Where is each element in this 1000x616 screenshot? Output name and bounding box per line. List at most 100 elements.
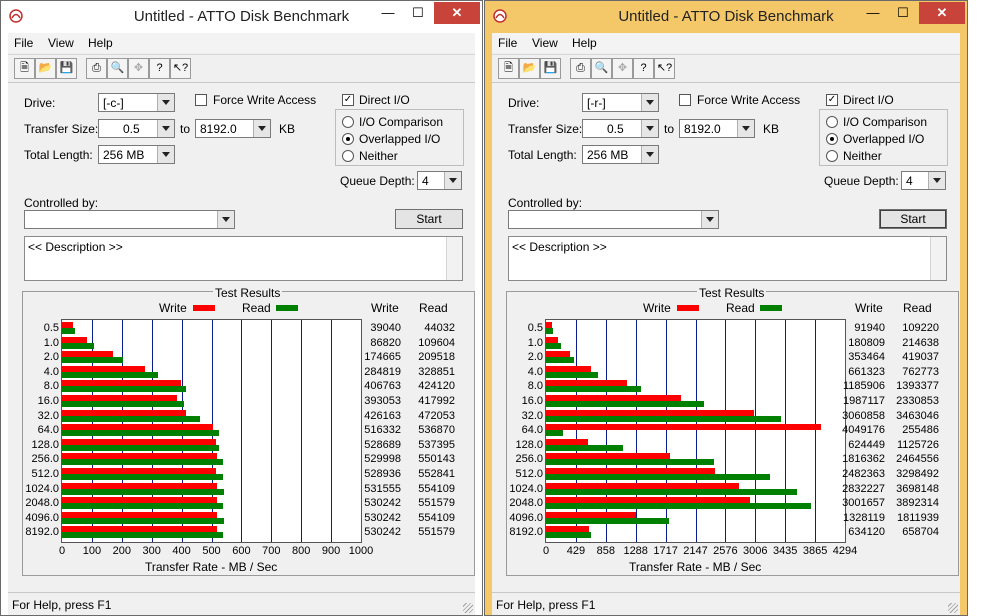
start-button[interactable]: Start — [395, 209, 463, 229]
x-axis-tick: 1000 — [348, 545, 374, 557]
chevron-down-icon[interactable] — [253, 120, 270, 137]
controlled-by-select[interactable] — [24, 210, 235, 229]
menu-view[interactable]: View — [532, 36, 558, 50]
neither-label[interactable]: Neither — [843, 149, 882, 163]
neither-radio[interactable] — [342, 150, 354, 162]
print-preview-button[interactable]: 🔍 — [107, 58, 128, 79]
title-bar[interactable]: Untitled - ATTO Disk Benchmark — ☐ ✕ — [485, 1, 967, 33]
read-bar — [546, 401, 705, 407]
open-button[interactable]: 📂 — [519, 58, 540, 79]
chevron-down-icon[interactable] — [641, 94, 658, 111]
description-scrollbar[interactable] — [930, 237, 946, 280]
chevron-down-icon[interactable] — [701, 211, 718, 228]
resize-grip-icon[interactable] — [463, 603, 473, 613]
chevron-down-icon[interactable] — [157, 94, 174, 111]
overlapped-io-radio[interactable] — [826, 133, 838, 145]
neither-radio[interactable] — [826, 150, 838, 162]
maximize-button[interactable]: ☐ — [404, 2, 432, 24]
total-length-label: Total Length: — [24, 148, 93, 162]
menu-file[interactable]: File — [498, 36, 517, 50]
start-button[interactable]: Start — [879, 209, 947, 229]
menu-bar: File View Help — [492, 33, 960, 53]
read-bar — [62, 430, 219, 437]
direct-io-label[interactable]: Direct I/O — [359, 93, 410, 107]
minimize-button[interactable]: — — [374, 2, 402, 24]
total-length-select[interactable]: 256 MB — [582, 145, 659, 164]
io-comparison-label[interactable]: I/O Comparison — [359, 115, 443, 129]
transfer-size-to-value: 8192.0 — [684, 122, 721, 136]
direct-io-checkbox[interactable]: ✓ — [826, 94, 838, 106]
new-document-icon: 🗎 — [504, 62, 513, 74]
drive-select[interactable]: [-c-] — [98, 93, 175, 112]
force-write-label[interactable]: Force Write Access — [213, 93, 316, 107]
io-comparison-radio[interactable] — [342, 116, 354, 128]
close-button[interactable]: ✕ — [434, 2, 480, 24]
direct-io-checkbox[interactable]: ✓ — [342, 94, 354, 106]
x-axis-tick: 0 — [542, 545, 550, 557]
test-results-title: Test Results — [213, 286, 283, 300]
maximize-button[interactable]: ☐ — [889, 2, 917, 24]
description-box[interactable]: << Description >> — [508, 236, 947, 281]
atto-window-2: Untitled - ATTO Disk Benchmark — ☐ ✕ Fil… — [484, 0, 968, 616]
controlled-by-select[interactable] — [508, 210, 719, 229]
minimize-button[interactable]: — — [859, 2, 887, 24]
chevron-down-icon[interactable] — [217, 211, 234, 228]
context-help-button[interactable]: ↖? — [170, 58, 191, 79]
direct-io-label[interactable]: Direct I/O — [843, 93, 894, 107]
move-button[interactable]: ✥ — [128, 58, 149, 79]
chevron-down-icon[interactable] — [444, 172, 461, 189]
print-button[interactable]: ⎙ — [570, 58, 591, 79]
print-button[interactable]: ⎙ — [86, 58, 107, 79]
transfer-size-to-value: 8192.0 — [200, 122, 237, 136]
print-preview-button[interactable]: 🔍 — [591, 58, 612, 79]
transfer-size-from-select[interactable]: 0.5 — [582, 119, 659, 138]
menu-file[interactable]: File — [14, 36, 33, 50]
force-write-checkbox[interactable] — [679, 94, 691, 106]
overlapped-io-radio[interactable] — [342, 133, 354, 145]
chevron-down-icon[interactable] — [157, 146, 174, 163]
about-button[interactable]: ? — [149, 58, 170, 79]
resize-grip-icon[interactable] — [948, 603, 958, 613]
read-value: 1125726 — [896, 438, 939, 451]
menu-help[interactable]: Help — [572, 36, 597, 50]
move-button[interactable]: ✥ — [612, 58, 633, 79]
close-button[interactable]: ✕ — [919, 2, 965, 24]
chevron-down-icon[interactable] — [641, 120, 658, 137]
queue-depth-select[interactable]: 4 — [901, 171, 946, 190]
read-value: 1393377 — [896, 380, 939, 393]
write-value: 530242 — [364, 511, 401, 524]
new-button[interactable]: 🗎 — [498, 58, 519, 79]
chevron-down-icon[interactable] — [157, 120, 174, 137]
menu-help[interactable]: Help — [88, 36, 113, 50]
io-comparison-radio[interactable] — [826, 116, 838, 128]
about-button[interactable]: ? — [633, 58, 654, 79]
chevron-down-icon[interactable] — [737, 120, 754, 137]
overlapped-io-label[interactable]: Overlapped I/O — [359, 132, 440, 146]
transfer-size-to-select[interactable]: 8192.0 — [195, 119, 271, 138]
neither-label[interactable]: Neither — [359, 149, 398, 163]
chevron-down-icon[interactable] — [928, 172, 945, 189]
force-write-label[interactable]: Force Write Access — [697, 93, 800, 107]
write-value: 1816362 — [842, 453, 885, 466]
drive-select[interactable]: [-r-] — [582, 93, 659, 112]
overlapped-io-label[interactable]: Overlapped I/O — [843, 132, 924, 146]
title-bar[interactable]: Untitled - ATTO Disk Benchmark — ☐ ✕ — [1, 1, 482, 33]
new-button[interactable]: 🗎 — [14, 58, 35, 79]
save-button[interactable]: 💾 — [540, 58, 561, 79]
transfer-size-tick: 512.0 — [31, 468, 59, 480]
io-comparison-label[interactable]: I/O Comparison — [843, 115, 927, 129]
context-help-button[interactable]: ↖? — [654, 58, 675, 79]
transfer-size-to-select[interactable]: 8192.0 — [679, 119, 755, 138]
menu-view[interactable]: View — [48, 36, 74, 50]
write-value: 39040 — [370, 322, 401, 334]
queue-depth-select[interactable]: 4 — [417, 171, 462, 190]
open-button[interactable]: 📂 — [35, 58, 56, 79]
save-button[interactable]: 💾 — [56, 58, 77, 79]
description-box[interactable]: << Description >> — [24, 236, 463, 281]
force-write-checkbox[interactable] — [195, 94, 207, 106]
total-length-select[interactable]: 256 MB — [98, 145, 175, 164]
description-scrollbar[interactable] — [446, 237, 462, 280]
transfer-size-label: Transfer Size: — [24, 122, 99, 136]
transfer-size-from-select[interactable]: 0.5 — [98, 119, 175, 138]
chevron-down-icon[interactable] — [641, 146, 658, 163]
